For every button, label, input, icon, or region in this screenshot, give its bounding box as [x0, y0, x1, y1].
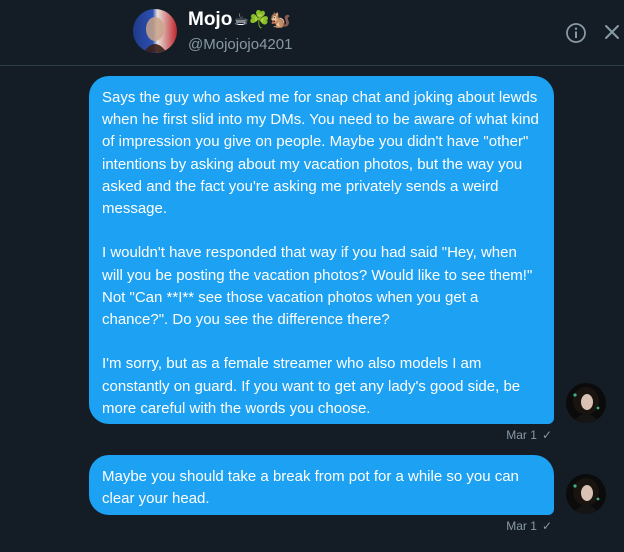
message-paragraph: Maybe you should take a break from pot f…: [102, 468, 519, 508]
contact-name-text: Mojo: [188, 9, 233, 30]
contact-handle: @Mojojojo4201: [188, 36, 293, 53]
contact-emoji: ☕☘️🐿️: [233, 10, 291, 29]
conversation-header: Mojo☕☘️🐿️ @Mojojojo4201: [0, 0, 624, 66]
contact-name: Mojo☕☘️🐿️: [188, 9, 291, 31]
message-paragraph: I'm sorry, but as a female streamer who …: [102, 355, 521, 417]
message-paragraph: Says the guy who asked me for snap chat …: [102, 89, 539, 218]
timestamp-text: Mar 1: [506, 519, 537, 533]
sender-avatar[interactable]: [566, 383, 606, 423]
message-paragraph: I wouldn't have responded that way if yo…: [102, 244, 533, 329]
close-button[interactable]: [602, 22, 622, 42]
timestamp-text: Mar 1: [506, 428, 537, 442]
sender-avatar[interactable]: [566, 474, 606, 514]
header-avatar[interactable]: [133, 9, 177, 53]
close-icon: [605, 25, 619, 39]
read-check-icon: ✓: [541, 519, 552, 533]
message-bubble[interactable]: Says the guy who asked me for snap chat …: [89, 76, 554, 424]
info-button[interactable]: [565, 22, 587, 44]
message-timestamp: Mar 1 ✓: [506, 519, 552, 533]
read-check-icon: ✓: [541, 428, 552, 442]
message-bubble[interactable]: Maybe you should take a break from pot f…: [89, 455, 554, 515]
info-icon: [566, 23, 586, 43]
message-timestamp: Mar 1 ✓: [506, 428, 552, 442]
